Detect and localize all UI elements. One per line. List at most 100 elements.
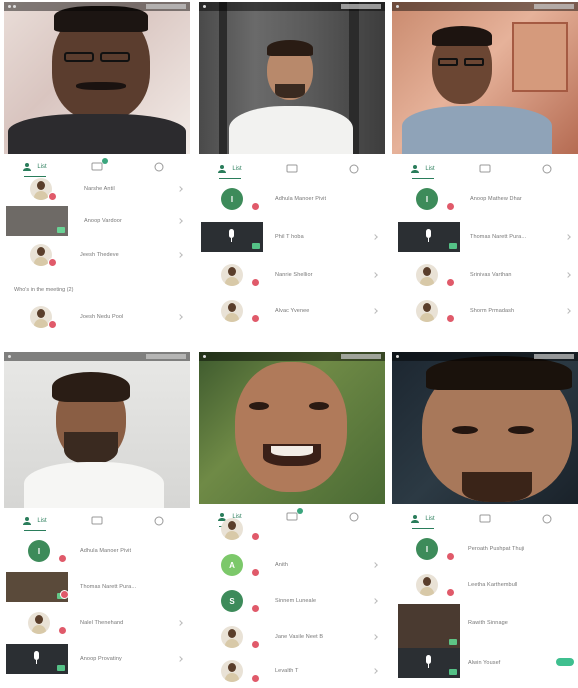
tab-bar: List xyxy=(199,158,385,180)
avatar xyxy=(416,300,438,322)
status-pill xyxy=(556,658,574,666)
mute-badge xyxy=(251,568,260,577)
chevron-right-icon[interactable] xyxy=(565,272,571,278)
chevron-right-icon[interactable] xyxy=(372,634,378,640)
chevron-right-icon[interactable] xyxy=(372,598,378,604)
tab-info[interactable] xyxy=(144,159,174,175)
participant-name: Anoop Provatiny xyxy=(80,656,122,662)
participant-row[interactable]: A Anith xyxy=(199,550,385,584)
mic-icon xyxy=(426,655,431,668)
avatar xyxy=(28,612,50,634)
participant-name: Rawith Sinnage xyxy=(468,620,508,626)
tab-people[interactable]: List xyxy=(20,513,50,531)
chevron-right-icon[interactable] xyxy=(177,656,183,662)
people-icon xyxy=(218,165,227,173)
panel-4: List I Adhula Manoer Pivit Thomas Narett… xyxy=(4,352,190,688)
participant-row[interactable]: Alwin Yousef xyxy=(392,648,578,682)
chevron-right-icon[interactable] xyxy=(372,272,378,278)
tab-chat[interactable] xyxy=(470,511,500,527)
participant-name: Thomas Narett Pura... xyxy=(470,234,527,240)
chevron-right-icon[interactable] xyxy=(372,668,378,674)
participant-name: Alvac Yvenee xyxy=(275,308,310,314)
tab-people[interactable]: List xyxy=(215,161,245,179)
mic-icon xyxy=(426,229,431,242)
info-icon xyxy=(542,514,552,524)
participant-row[interactable]: I Anoop Mathew Dhar xyxy=(392,184,578,218)
mute-badge xyxy=(60,590,69,599)
participant-name: Joesh Nedu Pool xyxy=(80,314,124,320)
participant-row[interactable]: S Sinnem Luneale xyxy=(199,586,385,620)
participant-row[interactable]: Nalel Thenehand xyxy=(4,608,190,642)
participant-row[interactable]: Alvac Yvenee xyxy=(199,296,385,330)
participant-row[interactable]: Anoop Vardoor xyxy=(4,204,190,238)
tab-info[interactable] xyxy=(339,161,369,177)
participant-row[interactable]: Joesh Nedu Pool xyxy=(4,302,190,336)
participant-row[interactable]: Thomas Narett Pura... xyxy=(392,220,578,254)
tab-chat[interactable] xyxy=(82,158,112,175)
participant-row[interactable]: Nanrie Shellior xyxy=(199,260,385,294)
participant-row[interactable]: Anoop Provatiny xyxy=(4,642,190,676)
chevron-right-icon[interactable] xyxy=(177,252,183,258)
avatar: I xyxy=(221,188,243,210)
participant-row[interactable]: Levalth T xyxy=(199,654,385,688)
tab-people[interactable]: List xyxy=(408,511,438,529)
chevron-right-icon[interactable] xyxy=(177,218,183,224)
participant-row[interactable]: Srinivas Varthan xyxy=(392,260,578,294)
chevron-right-icon[interactable] xyxy=(372,234,378,240)
tab-chat[interactable] xyxy=(277,161,307,177)
info-icon xyxy=(349,164,359,174)
chevron-right-icon[interactable] xyxy=(177,620,183,626)
video-feed xyxy=(392,352,578,504)
tab-chat[interactable] xyxy=(82,513,112,529)
tab-people-label: List xyxy=(37,518,47,524)
camera-icon xyxy=(449,669,457,675)
tab-info[interactable] xyxy=(532,511,562,527)
participant-row[interactable]: Shorm Prmadash xyxy=(392,296,578,330)
status-bar xyxy=(4,2,190,11)
participant-row[interactable]: Narshe Antil xyxy=(4,174,190,208)
tab-people[interactable]: List xyxy=(20,159,50,177)
avatar xyxy=(221,300,243,322)
chevron-right-icon[interactable] xyxy=(372,562,378,568)
camera-icon xyxy=(449,639,457,645)
chat-icon xyxy=(479,164,491,173)
tab-info[interactable] xyxy=(144,513,174,529)
chevron-right-icon[interactable] xyxy=(177,314,183,320)
tab-people-label: List xyxy=(232,166,242,172)
participant-row[interactable]: Thomas Narett Pura... xyxy=(4,570,190,604)
tab-people[interactable]: List xyxy=(408,161,438,179)
chevron-right-icon[interactable] xyxy=(565,234,571,240)
tab-people-label: List xyxy=(425,516,435,522)
camera-icon xyxy=(252,243,260,249)
people-icon xyxy=(411,515,420,523)
avatar xyxy=(221,626,243,648)
chevron-right-icon[interactable] xyxy=(372,308,378,314)
mute-badge xyxy=(251,604,260,613)
participant-row[interactable]: I Peroath Pushpat Thuji xyxy=(392,534,578,568)
participant-row[interactable]: Leetha Karthembull xyxy=(392,570,578,604)
participant-row[interactable]: Jane Vasile Neet B xyxy=(199,622,385,656)
participant-name: Phil T hoba xyxy=(275,234,304,240)
mute-badge xyxy=(446,314,455,323)
tab-chat[interactable] xyxy=(470,161,500,177)
tab-info[interactable] xyxy=(532,161,562,177)
participant-row[interactable]: Rawith Sinnage xyxy=(392,602,578,650)
participant-name: Peroath Pushpat Thuji xyxy=(468,546,525,552)
info-icon xyxy=(154,516,164,526)
tab-bar: List xyxy=(392,158,578,180)
participant-row[interactable]: Phil T hoba xyxy=(199,220,385,254)
tab-chat[interactable] xyxy=(277,508,307,525)
avatar xyxy=(416,574,438,596)
video-thumbnail xyxy=(6,572,68,602)
status-bar xyxy=(392,352,578,361)
tab-info[interactable] xyxy=(339,509,369,525)
chevron-right-icon[interactable] xyxy=(177,186,183,192)
participant-row[interactable]: I Adhula Manoer Pivit xyxy=(199,184,385,218)
video-thumbnail xyxy=(201,222,263,252)
participant-row[interactable] xyxy=(199,518,385,546)
video-thumbnail xyxy=(6,206,68,236)
chevron-right-icon[interactable] xyxy=(565,308,571,314)
status-bar xyxy=(199,2,385,11)
participant-row[interactable]: I Adhula Manoer Pivit xyxy=(4,536,190,570)
participant-row[interactable]: Jeesh Thedeve xyxy=(4,240,190,274)
